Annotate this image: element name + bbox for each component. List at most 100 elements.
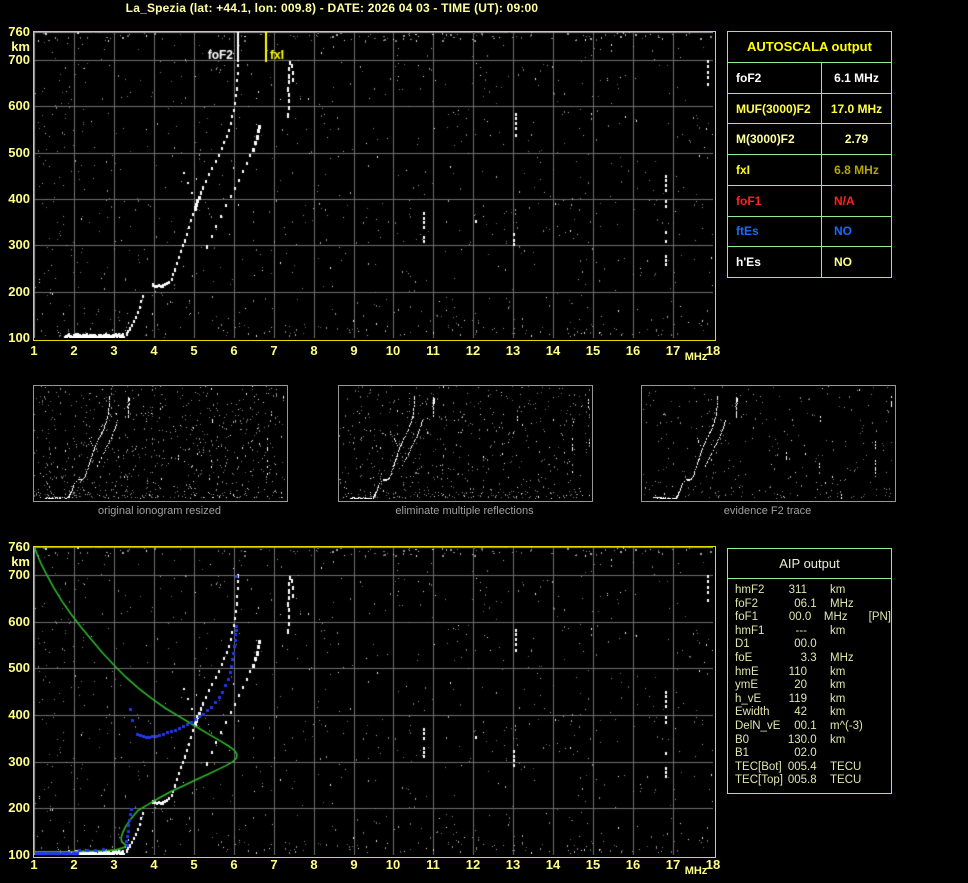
- aip-row-4: D1 00.0: [728, 638, 891, 652]
- autoscala-table-rows: foF2 6.1 MHz MUF(3000)F2 17.0 MHz M(3000)F2 2…: [728, 63, 891, 278]
- aip-row-value-int: 311: [788, 584, 807, 596]
- autoscala-row-label: foF1: [728, 185, 822, 216]
- aip-row-extra: [874, 652, 891, 666]
- aip-row-label: foF2: [735, 597, 759, 610]
- aip-row-unit: TECU: [830, 760, 862, 773]
- aip-table-title: AIP output: [728, 549, 891, 579]
- y-tick-label-chart1: 760: [8, 539, 30, 554]
- autoscala-row-1: MUF(3000)F2 17.0 MHz: [728, 93, 891, 125]
- aip-row-unit: MHz: [830, 597, 854, 610]
- x-axis-unit-chart1: MHz: [684, 865, 708, 877]
- aip-row-label: ymE: [735, 679, 758, 692]
- aip-row-label: hmF2: [735, 584, 765, 596]
- autoscala-row-label: ftEs: [728, 216, 822, 247]
- aip-row-3: hmF1 --- km: [728, 625, 891, 639]
- autoscala-row-value: 2.79: [844, 132, 869, 147]
- thumbnail-evidence-canvas: [642, 386, 893, 499]
- x-tick-label-chart1: 6: [230, 857, 238, 872]
- aip-row-extra: [874, 625, 891, 639]
- aip-row-value-int: 00: [788, 611, 802, 624]
- aip-row-extra: [874, 584, 891, 598]
- aip-row-value-frac: .0: [807, 733, 817, 746]
- aip-row-value-frac: .1: [807, 597, 817, 610]
- aip-row-value-frac: [807, 706, 818, 720]
- aip-row-6: hmE 110 km: [728, 666, 891, 680]
- x-tick-label-chart1: 2: [70, 857, 78, 872]
- autoscala-row-value: NO: [834, 255, 852, 270]
- thumbnail-evidence-f2: [641, 385, 896, 502]
- aip-row-value-int: 110: [788, 665, 807, 678]
- aip-row-12: B1 02.0: [728, 747, 891, 761]
- aip-row-label: B1: [735, 747, 750, 760]
- autoscala-row-2: M(3000)F2 2.79: [728, 124, 891, 156]
- autoscala-row-label: foF2: [728, 63, 822, 93]
- aip-row-1: foF2 06.1 MHz: [728, 598, 891, 612]
- x-axis-unit-chart0: MHz: [684, 351, 708, 363]
- aip-row-label: Ewidth: [735, 706, 770, 719]
- autoscala-row-value: 17.0 MHz: [830, 101, 883, 116]
- aip-row-value-int: 119: [788, 692, 807, 705]
- y-tick-label-chart1: 200: [8, 800, 30, 815]
- aip-row-value-int: 42: [794, 706, 807, 719]
- y-axis-unit-chart1: km: [11, 554, 30, 569]
- aip-row-value-int: ---: [795, 624, 808, 637]
- aip-row-9: Ewidth 42 km: [728, 706, 891, 720]
- aip-row-value-frac: [807, 693, 818, 707]
- aip-row-value-int: 06: [794, 597, 807, 610]
- aip-row-label: h_vE: [735, 692, 762, 705]
- x-tick-label-chart0: 6: [230, 343, 238, 358]
- y-tick-label-chart1: 500: [8, 660, 30, 675]
- y-tick-label-chart1: 300: [8, 754, 30, 769]
- x-tick-label-chart1: 15: [585, 857, 601, 872]
- aip-row-unit: km: [830, 706, 846, 719]
- y-tick-label-chart0: 760: [8, 24, 30, 39]
- aip-row-extra: [874, 774, 891, 788]
- aip-row-11: B0 130.0 km: [728, 734, 891, 748]
- autoscala-row-value: 6.8 MHz: [834, 163, 879, 178]
- aip-row-unit: km: [830, 665, 846, 678]
- x-tick-label-chart0: 1: [30, 343, 38, 358]
- x-tick-label-chart0: 16: [625, 343, 641, 358]
- aip-row-label: TEC[Bot]: [735, 760, 782, 773]
- main-ionogram-canvas: [34, 32, 713, 338]
- aip-row-2: foF1 00.0 MHz [PN]: [728, 611, 891, 625]
- aip-row-extra: [874, 638, 891, 652]
- x-tick-label-chart0: 14: [545, 343, 561, 358]
- x-tick-label-chart0: 5: [190, 343, 198, 358]
- x-tick-label-chart0: 3: [110, 343, 118, 358]
- aip-row-label: foF1: [735, 611, 759, 624]
- x-tick-label-chart0: 8: [310, 343, 318, 358]
- x-tick-label-chart1: 9: [350, 857, 358, 872]
- aip-row-value-frac: .3: [807, 651, 817, 664]
- aip-row-unit: km: [830, 733, 846, 746]
- x-tick-label-chart1: 5: [190, 857, 198, 872]
- x-tick-label-chart1: 7: [270, 857, 278, 872]
- aip-row-0: hmF2 311 km: [728, 584, 891, 598]
- y-tick-label-chart0: 700: [8, 52, 30, 67]
- aip-row-extra: [874, 720, 891, 734]
- x-tick-label-chart0: 9: [350, 343, 358, 358]
- autoscala-screen: La_Spezia (lat: +44.1, lon: 009.8) - DAT…: [0, 0, 968, 883]
- aip-row-value-int: 005: [787, 774, 807, 787]
- x-tick-label-chart0: 4: [150, 343, 158, 358]
- x-tick-label-chart0: 2: [70, 343, 78, 358]
- aip-row-unit: [818, 747, 874, 761]
- aip-row-unit: MHz: [830, 651, 854, 664]
- aip-row-label: foE: [735, 651, 753, 664]
- autoscala-table-title: AUTOSCALA output: [728, 32, 891, 63]
- autoscala-row-label: MUF(3000)F2: [728, 93, 822, 124]
- y-tick-label-chart0: 400: [8, 191, 30, 206]
- aip-row-label: hmF1: [735, 624, 765, 637]
- thumbnail-original-ionogram: [33, 385, 288, 502]
- x-tick-label-chart0: 10: [385, 343, 401, 358]
- aip-row-label: B0: [735, 733, 750, 746]
- x-tick-label-chart1: 16: [625, 857, 641, 872]
- aip-row-label: D1: [735, 638, 750, 651]
- y-tick-label-chart0: 500: [8, 145, 30, 160]
- autoscala-row-label: fxI: [728, 155, 822, 185]
- x-tick-label-chart0: 11: [426, 343, 440, 358]
- aip-row-value-int: 130: [787, 733, 807, 746]
- x-tick-label-chart1: 11: [426, 857, 440, 872]
- y-tick-label-chart1: 600: [8, 614, 30, 629]
- aip-row-value-frac: .0: [807, 747, 817, 760]
